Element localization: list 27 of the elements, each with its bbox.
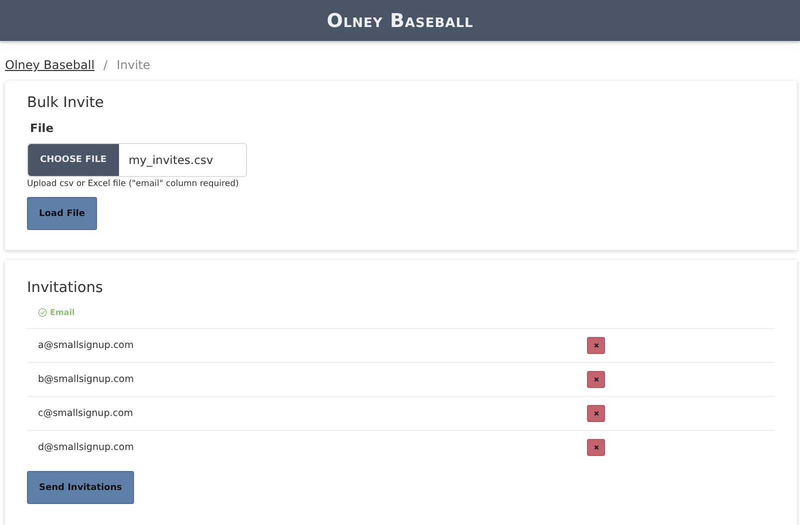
field-label: File (30, 121, 54, 135)
file-name: my_invites.csv (128, 152, 214, 169)
column-header: Email (38, 308, 75, 316)
close-icon (592, 376, 600, 383)
table-cell-text: d@smallsignup.com (37, 442, 135, 453)
table-cell-text: c@smallsignup.com (37, 408, 134, 419)
delete-button[interactable] (587, 337, 605, 354)
delete-button[interactable] (587, 371, 605, 388)
choose-file-button[interactable]: CHOOSE FILE (28, 144, 119, 176)
close-icon (592, 444, 600, 451)
file-input[interactable]: CHOOSE FILE my_invites.csv (27, 143, 247, 177)
delete-button[interactable] (587, 439, 605, 456)
close-icon (592, 342, 600, 349)
help-text: Upload csv or Excel file ("email" column required) (27, 179, 239, 189)
breadcrumb-separator: / (104, 58, 108, 72)
close-icon (592, 410, 600, 417)
check-circle-icon (38, 308, 47, 316)
table-cell-text: a@smallsignup.com (37, 340, 135, 351)
breadcrumb-current: Invite (116, 58, 150, 72)
delete-button[interactable] (587, 405, 605, 422)
card-title: Bulk Invite (27, 95, 104, 111)
send-invitations-button[interactable]: Send Invitations (27, 471, 134, 504)
app-title: Olney Baseball (326, 10, 474, 32)
load-file-button[interactable]: Load File (27, 197, 97, 230)
table-cell-text: b@smallsignup.com (37, 374, 135, 385)
card-title: Invitations (27, 280, 103, 296)
breadcrumb-link[interactable]: Olney Baseball (5, 58, 95, 72)
